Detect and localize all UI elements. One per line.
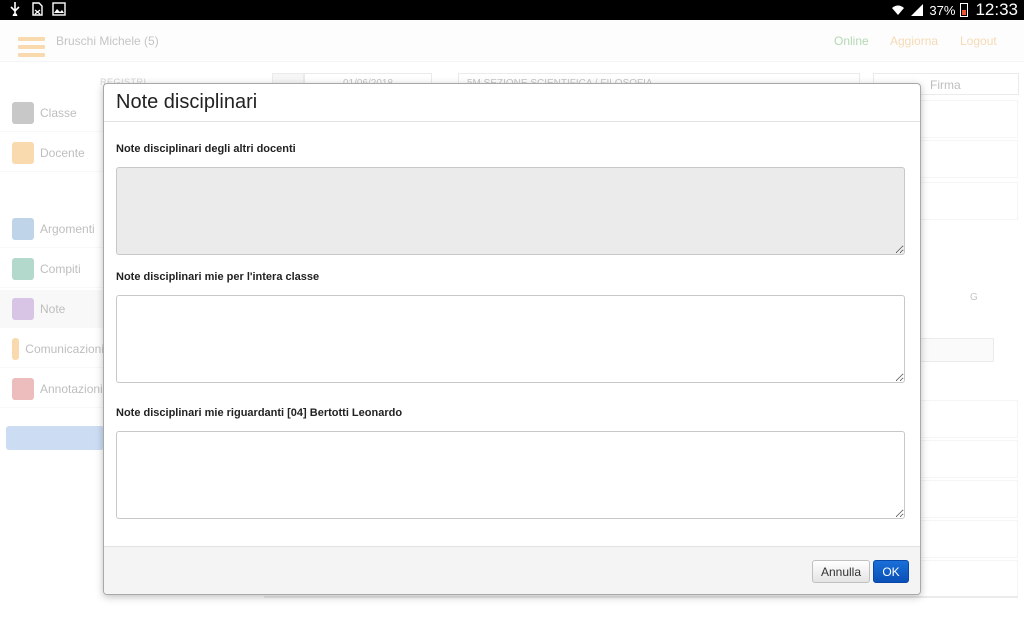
other-teachers-notes-label: Note disciplinari degli altri docenti xyxy=(116,143,296,155)
column-label: G xyxy=(970,292,978,303)
dialog-title: Note disciplinari xyxy=(116,91,258,113)
battery-percent: 37% xyxy=(929,2,956,18)
clock: 12:33 xyxy=(975,0,1018,19)
system-indicators: 37% 12:33 xyxy=(891,0,1018,20)
sidebar-item-annotazioni[interactable]: Annotazioni xyxy=(0,370,104,408)
argomenti-icon xyxy=(12,217,34,240)
sidebar: Classe Docente Argomenti Compiti Note Co… xyxy=(0,92,104,472)
sidebar-item-label: Docente xyxy=(40,145,85,160)
cancel-button[interactable]: Annulla xyxy=(812,560,870,583)
aggiorna-link[interactable]: Aggiorna xyxy=(890,34,938,48)
user-name: Bruschi Michele (5) xyxy=(56,34,159,48)
sidebar-action-button[interactable] xyxy=(6,426,104,450)
note-disciplinari-dialog: Note disciplinari Note disciplinari degl… xyxy=(103,83,921,595)
logout-link[interactable]: Logout xyxy=(960,34,997,48)
list-item xyxy=(918,560,1018,598)
annotazioni-icon xyxy=(12,377,34,400)
gallery-icon xyxy=(52,2,66,16)
sidebar-item-note[interactable]: Note xyxy=(0,290,104,328)
student-notes-label: Note disciplinari mie riguardanti [04] B… xyxy=(116,407,403,419)
wifi-icon xyxy=(891,3,905,17)
sdcard-icon xyxy=(30,2,44,16)
list-item xyxy=(918,520,1018,558)
other-teachers-notes-field xyxy=(116,167,905,255)
list-item xyxy=(918,440,1018,478)
class-notes-label: Note disciplinari mie per l'intera class… xyxy=(116,271,320,283)
classe-icon xyxy=(12,101,34,124)
docente-icon xyxy=(12,141,34,164)
sidebar-item-label: Annotazioni xyxy=(40,381,103,396)
sidebar-item-comunicazioni[interactable]: Comunicazioni xyxy=(0,330,104,368)
grade-input[interactable] xyxy=(918,338,994,362)
sidebar-item-label: Argomenti xyxy=(40,221,95,236)
list-item xyxy=(918,480,1018,518)
list-item xyxy=(918,182,1018,220)
menu-icon[interactable] xyxy=(18,37,45,57)
sidebar-item-label: Comunicazioni xyxy=(25,341,104,356)
list-item xyxy=(918,400,1018,438)
divider xyxy=(264,596,1018,598)
online-link[interactable]: Online xyxy=(834,34,869,48)
note-icon xyxy=(12,297,34,320)
sidebar-item-compiti[interactable]: Compiti xyxy=(0,250,104,288)
battery-icon xyxy=(960,3,969,17)
sidebar-item-label: Classe xyxy=(40,105,77,120)
ok-button[interactable]: OK xyxy=(873,560,909,583)
usb-icon xyxy=(8,2,22,16)
signal-icon xyxy=(910,3,924,17)
app-topbar: Bruschi Michele (5) Online Aggiorna Logo… xyxy=(0,20,1024,62)
list-item xyxy=(918,140,1018,178)
status-bar: 37% 12:33 xyxy=(0,0,1024,20)
sidebar-item-classe[interactable]: Classe xyxy=(0,94,104,132)
sidebar-item-docente[interactable]: Docente xyxy=(0,134,104,172)
sidebar-item-label: Compiti xyxy=(40,261,81,276)
dialog-header: Note disciplinari xyxy=(104,84,920,122)
dialog-footer: Annulla OK xyxy=(104,546,920,594)
student-notes-field[interactable] xyxy=(116,431,905,519)
list-item xyxy=(918,100,1018,138)
class-notes-field[interactable] xyxy=(116,295,905,383)
sidebar-item-argomenti[interactable]: Argomenti xyxy=(0,210,104,248)
comunicazioni-icon xyxy=(12,337,20,360)
sidebar-item-label: Note xyxy=(40,301,66,316)
notification-icons xyxy=(8,2,66,16)
compiti-icon xyxy=(12,257,34,280)
